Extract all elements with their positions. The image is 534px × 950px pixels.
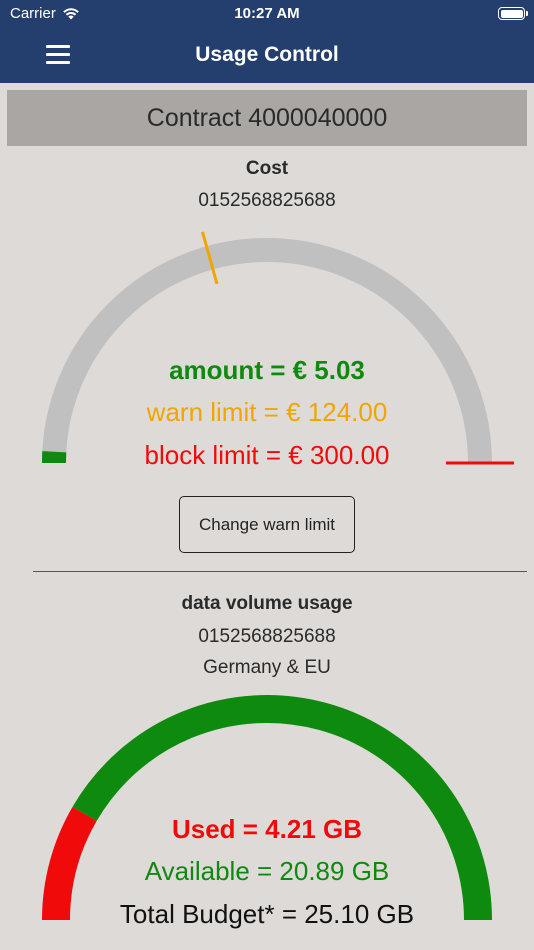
status-time: 10:27 AM bbox=[234, 5, 300, 22]
change-warn-limit-button[interactable]: Change warn limit bbox=[179, 496, 355, 553]
cost-amount-text: amount = € 5.03 bbox=[169, 355, 365, 385]
contract-label: Contract 4000040000 bbox=[146, 103, 388, 132]
data-total-budget-text: Total Budget* = 25.10 GB bbox=[119, 899, 415, 929]
data-volume-title: data volume usage bbox=[181, 593, 353, 614]
navigation-bar: Usage Control bbox=[0, 28, 534, 83]
page-title: Usage Control bbox=[195, 43, 339, 66]
status-bar: Carrier 10:27 AM bbox=[0, 0, 534, 28]
cost-warn-limit-text: warn limit = € 124.00 bbox=[146, 397, 388, 427]
contract-header: Contract 4000040000 bbox=[7, 90, 527, 146]
cost-title: Cost bbox=[245, 158, 289, 179]
data-available-text: Available = 20.89 GB bbox=[144, 856, 390, 886]
data-volume-number: 0152568825688 bbox=[198, 626, 336, 647]
battery-icon bbox=[498, 7, 528, 20]
section-divider bbox=[33, 571, 527, 572]
data-used-text: Used = 4.21 GB bbox=[171, 814, 363, 844]
cost-block-limit-text: block limit = € 300.00 bbox=[144, 440, 390, 470]
cost-gauge bbox=[42, 231, 514, 465]
data-volume-region: Germany & EU bbox=[203, 657, 331, 678]
